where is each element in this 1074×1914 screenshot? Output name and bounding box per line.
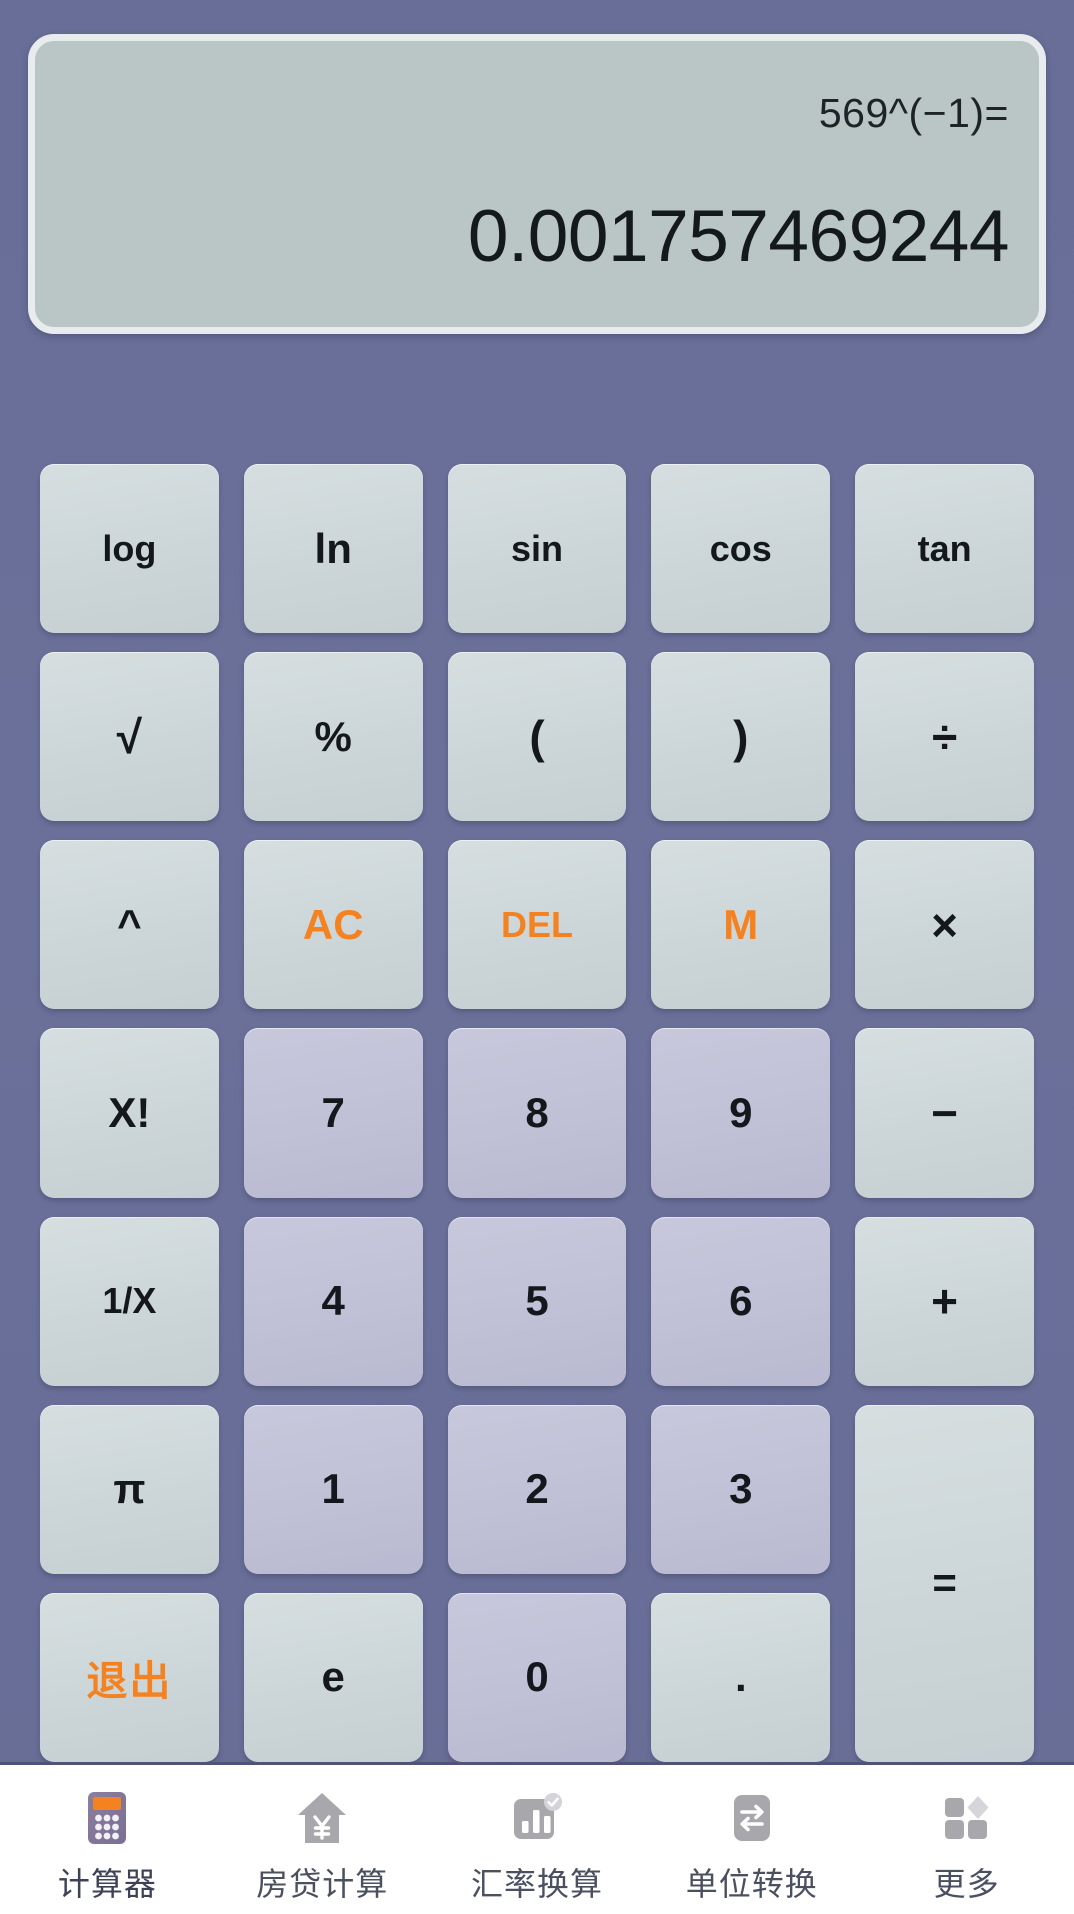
key-cos[interactable]: cos bbox=[651, 464, 831, 634]
grid-more-icon bbox=[936, 1787, 998, 1849]
key-percent[interactable]: % bbox=[243, 652, 423, 822]
nav-item-label: 汇率换算 bbox=[470, 1866, 603, 1902]
key-exit[interactable]: 退出 bbox=[40, 1592, 219, 1762]
result-text: 0.001757469244 bbox=[467, 196, 1010, 277]
bottom-navigation: 计算器 房贷计算 汇率换算 单位转换 更多 bbox=[0, 1762, 1074, 1914]
calculator-icon bbox=[76, 1787, 138, 1849]
nav-item-label: 单位转换 bbox=[685, 1866, 818, 1902]
key-subtract[interactable]: − bbox=[855, 1028, 1034, 1198]
key-reciprocal[interactable]: 1/X bbox=[40, 1216, 219, 1386]
key-sin[interactable]: sin bbox=[447, 464, 627, 634]
key-open-paren[interactable]: ( bbox=[447, 652, 627, 822]
key-log[interactable]: log bbox=[40, 464, 219, 634]
key-euler[interactable]: e bbox=[243, 1592, 423, 1762]
calculator-display: 569^(−1)= 0.001757469244 bbox=[28, 34, 1046, 334]
key-close-paren[interactable]: ) bbox=[651, 652, 831, 822]
key-ac[interactable]: AC bbox=[243, 840, 423, 1010]
key-power[interactable]: ^ bbox=[40, 840, 219, 1010]
key-factorial[interactable]: X! bbox=[40, 1028, 219, 1198]
house-yen-icon bbox=[291, 1787, 353, 1849]
key-4[interactable]: 4 bbox=[243, 1216, 423, 1386]
key-add[interactable]: + bbox=[855, 1216, 1034, 1386]
key-1[interactable]: 1 bbox=[243, 1404, 423, 1574]
key-divide[interactable]: ÷ bbox=[855, 652, 1034, 822]
key-8[interactable]: 8 bbox=[447, 1028, 627, 1198]
nav-item-calculator[interactable]: 计算器 bbox=[0, 1787, 215, 1905]
expression-text: 569^(−1)= bbox=[818, 90, 1009, 136]
swap-arrows-icon bbox=[721, 1787, 783, 1849]
display-area: 569^(−1)= 0.001757469244 bbox=[0, 0, 1074, 404]
nav-item-label: 更多 bbox=[933, 1866, 1000, 1902]
bar-chart-check-icon bbox=[506, 1787, 568, 1849]
key-pi[interactable]: π bbox=[40, 1404, 219, 1574]
key-memory[interactable]: M bbox=[651, 840, 831, 1010]
key-6[interactable]: 6 bbox=[651, 1216, 831, 1386]
key-tan[interactable]: tan bbox=[855, 464, 1034, 634]
key-2[interactable]: 2 bbox=[447, 1404, 627, 1574]
key-0[interactable]: 0 bbox=[447, 1592, 627, 1762]
keypad: log ln sin cos tan √%() ÷ ^ AC DEL M × X! 7 8 9− 1/X 4 5 6 +… bbox=[0, 404, 1074, 1762]
key-equals[interactable]: = bbox=[855, 1404, 1034, 1762]
key-decimal[interactable]: . bbox=[651, 1592, 831, 1762]
calculator-app: 569^(−1)= 0.001757469244 log ln sin cos tan √… bbox=[0, 0, 1074, 1914]
key-del[interactable]: DEL bbox=[447, 840, 627, 1010]
key-sqrt[interactable]: √ bbox=[40, 652, 219, 822]
nav-item-bar-chart-check[interactable]: 汇率换算 bbox=[430, 1787, 645, 1905]
nav-item-house-yen[interactable]: 房贷计算 bbox=[215, 1787, 430, 1905]
key-ln[interactable]: ln bbox=[243, 464, 423, 634]
key-multiply[interactable]: × bbox=[855, 840, 1034, 1010]
nav-item-label: 房贷计算 bbox=[256, 1866, 389, 1902]
key-5[interactable]: 5 bbox=[447, 1216, 627, 1386]
nav-item-label: 计算器 bbox=[57, 1866, 157, 1902]
key-3[interactable]: 3 bbox=[651, 1404, 831, 1574]
key-7[interactable]: 7 bbox=[243, 1028, 423, 1198]
nav-item-swap-arrows[interactable]: 单位转换 bbox=[644, 1787, 859, 1905]
key-9[interactable]: 9 bbox=[651, 1028, 831, 1198]
nav-item-grid-more[interactable]: 更多 bbox=[859, 1787, 1074, 1905]
